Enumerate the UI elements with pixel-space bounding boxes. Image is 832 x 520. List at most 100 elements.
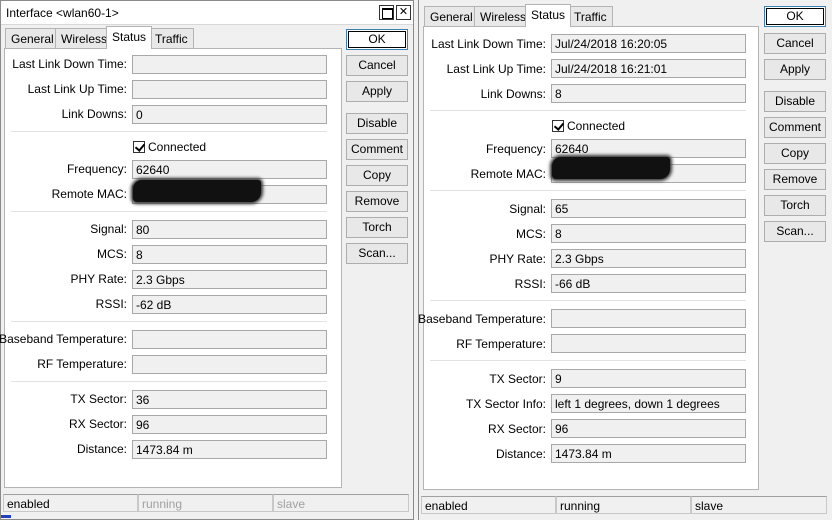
status-panel: Last Link Down Time: Last Link Up Time: … xyxy=(0,48,342,488)
frequency-label: Frequency: xyxy=(485,142,546,156)
connected-label: Connected xyxy=(567,119,626,133)
right-interface-window: General Wireless Status Traffic Last Lin… xyxy=(418,0,832,520)
status-bar: enabled running slave xyxy=(421,496,829,514)
baseband-temp-label: Baseband Temperature: xyxy=(418,312,546,326)
last-link-up-label: Last Link Up Time: xyxy=(27,82,127,96)
signal-field: 65 xyxy=(551,199,746,218)
last-link-down-label: Last Link Down Time: xyxy=(431,37,546,51)
torch-button[interactable]: Torch xyxy=(764,195,826,216)
separator xyxy=(430,300,746,301)
baseband-temp-label: Baseband Temperature: xyxy=(0,332,127,346)
tab-strip: General Wireless Status Traffic xyxy=(424,4,764,27)
last-link-up-field xyxy=(132,80,327,99)
redacted-mac xyxy=(552,157,670,179)
rx-sector-field: 96 xyxy=(132,415,327,434)
torch-button[interactable]: Torch xyxy=(346,217,408,238)
comment-button[interactable]: Comment xyxy=(346,139,408,160)
last-link-down-field: Jul/24/2018 16:20:05 xyxy=(551,34,746,53)
scan-button[interactable]: Scan... xyxy=(346,243,408,264)
tab-strip: General Wireless Status Traffic xyxy=(5,26,345,49)
apply-button[interactable]: Apply xyxy=(764,59,826,80)
baseband-temp-field xyxy=(132,330,327,349)
link-downs-field: 0 xyxy=(132,105,327,124)
checkbox-checked-icon xyxy=(552,120,564,132)
tx-sector-info-field: left 1 degrees, down 1 degrees xyxy=(551,394,746,413)
frequency-label: Frequency: xyxy=(66,162,127,176)
separator xyxy=(11,321,327,322)
mcs-label: MCS: xyxy=(97,247,127,261)
signal-label: Signal: xyxy=(90,222,127,236)
rf-temp-field xyxy=(551,334,746,353)
last-link-down-label: Last Link Down Time: xyxy=(12,57,127,71)
copy-button[interactable]: Copy xyxy=(346,165,408,186)
phy-rate-label: PHY Rate: xyxy=(489,252,546,266)
copy-button[interactable]: Copy xyxy=(764,143,826,164)
rf-temp-field xyxy=(132,355,327,374)
maximize-icon[interactable] xyxy=(379,5,394,20)
status-panel: Last Link Down Time: Jul/24/2018 16:20:0… xyxy=(418,26,759,490)
status-slave: slave xyxy=(273,494,409,512)
rssi-label: RSSI: xyxy=(95,297,127,311)
phy-rate-field: 2.3 Gbps xyxy=(132,270,327,289)
ok-button[interactable]: OK xyxy=(346,29,408,50)
status-running: running xyxy=(556,496,691,514)
remove-button[interactable]: Remove xyxy=(346,191,408,212)
tx-sector-label: TX Sector: xyxy=(489,372,546,386)
rx-sector-label: RX Sector: xyxy=(68,417,127,431)
distance-field: 1473.84 m xyxy=(132,440,327,459)
tab-status[interactable]: Status xyxy=(106,26,153,49)
phy-rate-field: 2.3 Gbps xyxy=(551,249,746,268)
separator xyxy=(11,381,327,382)
last-link-down-field xyxy=(132,55,327,74)
link-downs-field: 8 xyxy=(551,84,746,103)
tab-wireless[interactable]: Wireless xyxy=(474,6,533,26)
mcs-field: 8 xyxy=(132,245,327,264)
status-slave: slave xyxy=(691,496,827,514)
rx-sector-field: 96 xyxy=(551,419,746,438)
ok-button[interactable]: OK xyxy=(764,6,826,27)
remove-button[interactable]: Remove xyxy=(764,169,826,190)
rf-temp-label: RF Temperature: xyxy=(456,337,546,351)
last-link-up-label: Last Link Up Time: xyxy=(446,62,546,76)
tx-sector-field: 36 xyxy=(132,390,327,409)
rssi-label: RSSI: xyxy=(514,277,546,291)
tx-sector-field: 9 xyxy=(551,369,746,388)
connected-label: Connected xyxy=(148,140,207,154)
tab-traffic[interactable]: Traffic xyxy=(568,6,613,26)
remote-mac-label: Remote MAC: xyxy=(51,187,127,201)
disable-button[interactable]: Disable xyxy=(346,113,408,134)
distance-label: Distance: xyxy=(495,447,546,461)
scan-button[interactable]: Scan... xyxy=(764,221,826,242)
window-title: Interface <wlan60-1> xyxy=(6,6,119,20)
tab-wireless[interactable]: Wireless xyxy=(55,28,114,48)
distance-field: 1473.84 m xyxy=(551,444,746,463)
tab-traffic[interactable]: Traffic xyxy=(149,28,194,48)
remote-mac-label: Remote MAC: xyxy=(470,167,546,181)
close-icon[interactable]: ✕ xyxy=(396,5,411,20)
redacted-mac xyxy=(133,180,261,202)
signal-label: Signal: xyxy=(509,202,546,216)
cancel-button[interactable]: Cancel xyxy=(346,55,408,76)
left-interface-window: Interface <wlan60-1> ✕ General Wireless … xyxy=(0,0,414,520)
comment-button[interactable]: Comment xyxy=(764,117,826,138)
separator xyxy=(11,131,327,132)
connected-checkbox: Connected xyxy=(552,119,625,133)
tab-status[interactable]: Status xyxy=(525,4,572,27)
tab-general[interactable]: General xyxy=(424,6,479,26)
checkbox-checked-icon xyxy=(133,141,145,153)
apply-button[interactable]: Apply xyxy=(346,81,408,102)
rssi-field: -66 dB xyxy=(551,274,746,293)
baseband-temp-field xyxy=(551,309,746,328)
status-enabled: enabled xyxy=(3,494,138,512)
tab-general[interactable]: General xyxy=(5,28,60,48)
signal-field: 80 xyxy=(132,220,327,239)
rx-sector-label: RX Sector: xyxy=(487,422,546,436)
mcs-label: MCS: xyxy=(516,227,546,241)
frequency-field: 62640 xyxy=(551,139,746,158)
status-running: running xyxy=(138,494,273,512)
title-bar[interactable]: Interface <wlan60-1> ✕ xyxy=(1,1,413,25)
cancel-button[interactable]: Cancel xyxy=(764,33,826,54)
frequency-field: 62640 xyxy=(132,160,327,179)
connected-checkbox: Connected xyxy=(133,140,206,154)
disable-button[interactable]: Disable xyxy=(764,91,826,112)
